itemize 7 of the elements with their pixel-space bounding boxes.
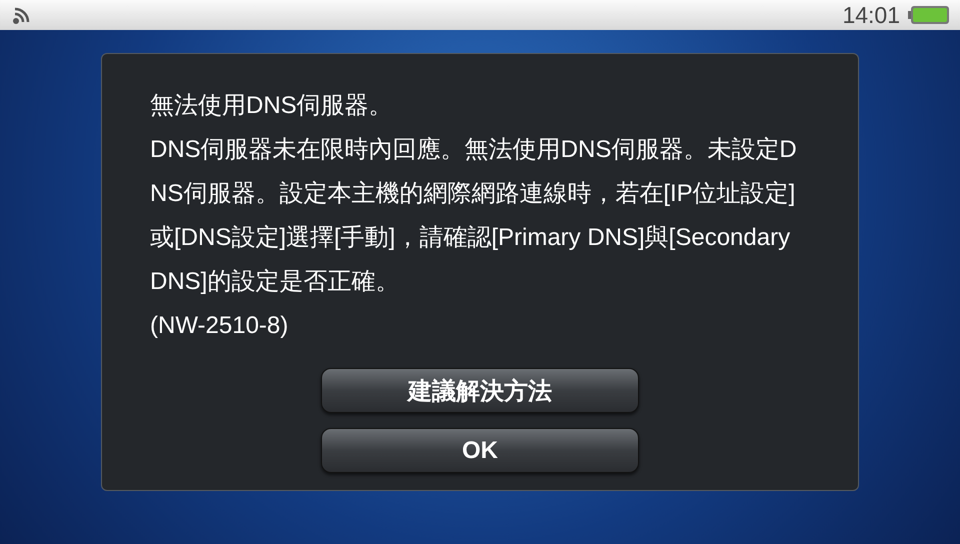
dialog-button[interactable]: OK [321,428,639,473]
error-code: (NW-2510-8) [150,311,290,341]
dialog-message: DNS伺服器未在限時內回應。無法使用DNS伺服器。未設定DNS伺服器。設定本主機的網際網路連線時，若在[IP位址設定]或[DNS設定]選擇[手動]，請確認[Primary DNS]與[Secondary DNS]的設定是否正確。 [150,135,798,297]
dialog-title: 無法使用DNS伺服器。 [150,91,394,121]
dialog-button[interactable]: 建議解決方法 [321,368,639,413]
clock-time: 14:01 [842,2,900,28]
battery-icon [908,5,950,25]
